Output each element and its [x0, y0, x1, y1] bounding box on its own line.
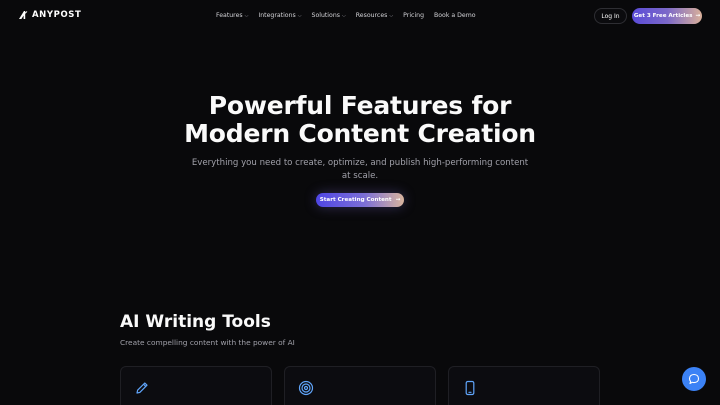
- nav-pricing[interactable]: Pricing: [403, 12, 424, 19]
- nav-pricing-label: Pricing: [403, 12, 425, 19]
- anypost-logo-icon: [19, 11, 28, 19]
- start-creating-content-button[interactable]: Start Creating Content →: [316, 193, 404, 207]
- section-title: AI Writing Tools: [120, 312, 271, 332]
- nav-solutions-label: Solutions: [311, 12, 340, 19]
- login-button[interactable]: Log In: [594, 8, 627, 24]
- nav-resources-label: Resources: [355, 12, 388, 19]
- chat-support-icon: [688, 373, 700, 385]
- hero-title-line-2: Modern Content Creation: [184, 119, 536, 148]
- nav-solutions[interactable]: Solutions ⌵: [312, 12, 346, 19]
- hero-subtitle: Everything you need to create, optimize,…: [191, 158, 529, 181]
- hero-title: Powerful Features for Modern Content Cre…: [0, 92, 720, 148]
- chevron-down-icon: ⌵: [389, 12, 394, 19]
- chevron-down-icon: ⌵: [341, 12, 346, 19]
- feature-card-mobile[interactable]: [448, 366, 600, 405]
- nav-features-label: Features: [216, 12, 243, 19]
- nav-features[interactable]: Features ⌵: [216, 12, 248, 19]
- feature-card-target[interactable]: [284, 366, 436, 405]
- chat-support-button[interactable]: [682, 367, 706, 391]
- top-navbar: ANYPOST Features ⌵ Integrations ⌵ Soluti…: [0, 0, 720, 33]
- get-free-articles-label: Get 3 Free Articles: [633, 13, 693, 19]
- start-creating-content-label: Start Creating Content: [319, 197, 392, 203]
- smartphone-icon: [465, 380, 475, 396]
- nav-integrations-label: Integrations: [258, 12, 296, 19]
- nav-book-demo[interactable]: Book a Demo: [434, 12, 476, 19]
- target-icon: [298, 380, 314, 396]
- main-menu: Features ⌵ Integrations ⌵ Solutions ⌵ Re…: [216, 12, 476, 19]
- chevron-down-icon: ⌵: [297, 12, 302, 19]
- nav-resources[interactable]: Resources ⌵: [356, 12, 393, 19]
- arrow-right-icon: →: [395, 197, 401, 203]
- brand-logo[interactable]: ANYPOST: [18, 10, 81, 20]
- get-free-articles-button[interactable]: Get 3 Free Articles →: [632, 8, 702, 24]
- feature-card-writing[interactable]: [120, 366, 272, 405]
- hero-title-line-1: Powerful Features for: [208, 91, 512, 120]
- brand-name: ANYPOST: [32, 10, 82, 20]
- chevron-down-icon: ⌵: [244, 12, 249, 19]
- section-subtitle: Create compelling content with the power…: [120, 338, 295, 347]
- nav-book-demo-label: Book a Demo: [434, 12, 476, 19]
- pencil-icon: [136, 382, 148, 394]
- arrow-right-icon: →: [695, 13, 701, 19]
- nav-integrations[interactable]: Integrations ⌵: [258, 12, 301, 19]
